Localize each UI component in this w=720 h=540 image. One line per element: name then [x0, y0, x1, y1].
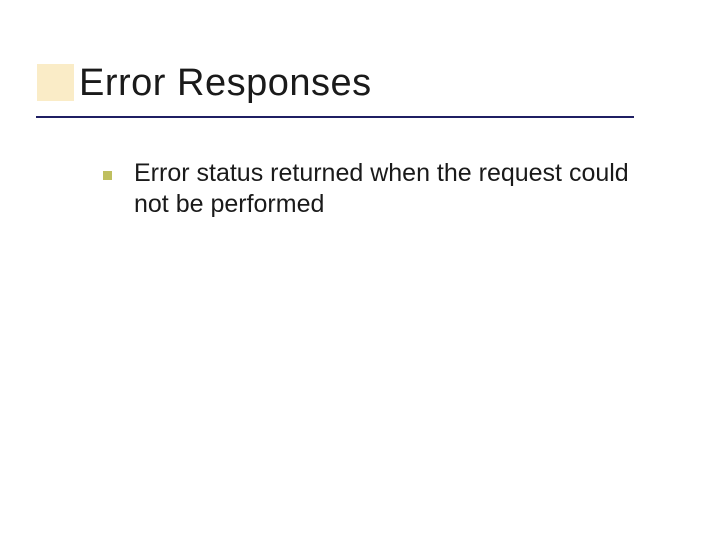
slide-title: Error Responses — [79, 62, 372, 105]
slide-content: Error status returned when the request c… — [103, 158, 663, 221]
bullet-text: Error status returned when the request c… — [134, 158, 663, 221]
title-accent-square — [37, 64, 74, 101]
title-underline — [36, 116, 634, 118]
bullet-item: Error status returned when the request c… — [103, 158, 663, 221]
bullet-square-icon — [103, 171, 112, 180]
